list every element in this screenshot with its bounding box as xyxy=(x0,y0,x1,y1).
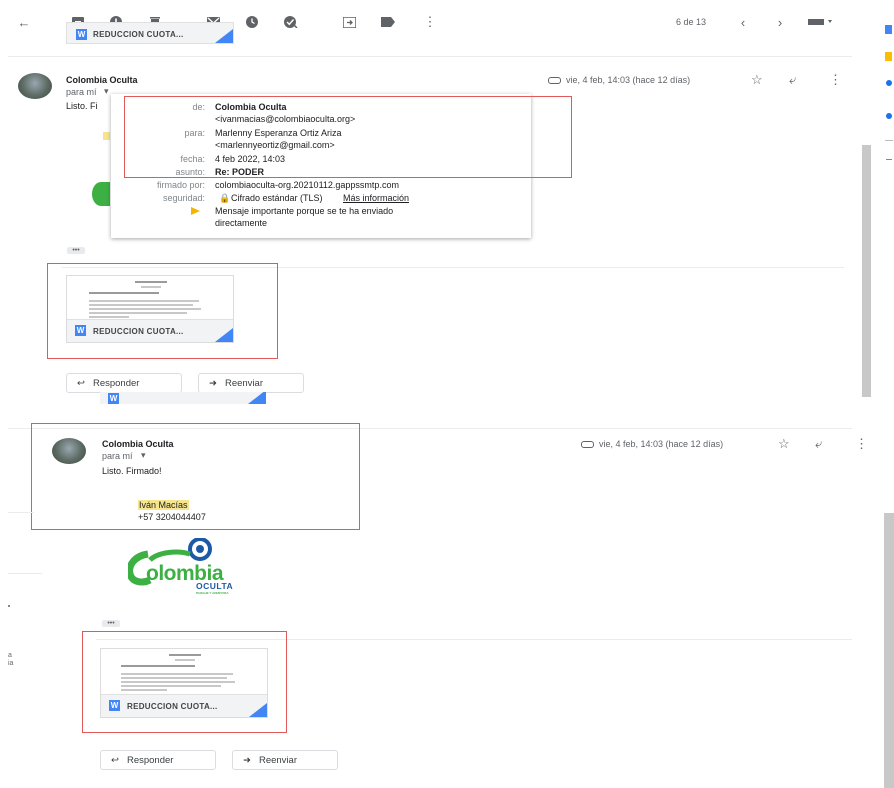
move-to-icon[interactable] xyxy=(341,14,357,30)
more-info-link[interactable]: Más información xyxy=(343,193,409,203)
attachment-name: REDUCCION CUOTA... xyxy=(93,30,184,39)
logo-subtitle: OCULTA xyxy=(196,581,234,591)
contacts-side-icon[interactable] xyxy=(886,113,892,119)
company-logo: olombia OCULTA PAISAJE Y AVENTURA xyxy=(126,537,262,596)
reply-button[interactable]: ↩ Responder xyxy=(100,750,216,770)
side-rule xyxy=(8,512,34,513)
reply-button[interactable]: ↩ Responder xyxy=(66,373,182,393)
word-doc-icon: W xyxy=(76,29,87,40)
signed-by-value: colombiaoculta-org.20210112.gappssmtp.co… xyxy=(215,180,399,190)
reply-arrow-icon: ↩ xyxy=(111,754,119,766)
star-icon[interactable]: ☆ xyxy=(751,72,763,88)
chevron-right-icon[interactable]: › xyxy=(772,14,788,30)
sender-name: Colombia Oculta xyxy=(66,75,138,85)
forward-button[interactable]: ➜ Reenviar xyxy=(232,750,338,770)
scrollbar-thumb-top[interactable] xyxy=(862,145,871,397)
top-attachment-chip[interactable]: W REDUCCION CUOTA... xyxy=(66,22,234,44)
keep-side-icon[interactable] xyxy=(885,52,892,61)
page-counter: 6 de 13 xyxy=(676,17,707,27)
forward-button[interactable]: ➜ Reenviar xyxy=(198,373,304,393)
show-trimmed-content[interactable]: ••• xyxy=(102,620,120,627)
divider xyxy=(8,56,852,57)
add-task-icon[interactable] xyxy=(283,14,299,30)
annotation-box-details xyxy=(124,96,572,178)
attachment-fold xyxy=(215,29,233,43)
more-options-icon[interactable]: ⋮ xyxy=(855,436,868,452)
message-date: vie, 4 feb, 14:03 (hace 12 días) xyxy=(566,75,691,85)
chevron-left-icon[interactable]: ‹ xyxy=(735,14,751,30)
calendar-side-icon[interactable] xyxy=(885,25,892,34)
forward-arrow-icon: ➜ xyxy=(243,754,251,766)
reply-icon[interactable]: ⤶ xyxy=(789,72,796,88)
reply-arrow-icon: ↩ xyxy=(77,377,85,389)
word-doc-icon: W xyxy=(108,393,119,404)
lock-icon: 🔒 xyxy=(219,193,231,203)
security-value: Cifrado estándar (TLS) xyxy=(231,193,323,203)
show-trimmed-content[interactable]: ••• xyxy=(67,247,85,254)
logo-tagline: PAISAJE Y AVENTURA xyxy=(196,591,229,595)
annotation-box-signature xyxy=(31,423,360,530)
underlying-attachment-strip: W xyxy=(100,392,266,404)
highlight-fragment xyxy=(103,132,110,140)
add-addon-icon[interactable] xyxy=(886,159,892,160)
importance-text-1: Mensaje importante porque se te ha envia… xyxy=(215,206,394,216)
left-fragment-text: a ia xyxy=(8,652,14,667)
recipient-label: para mí xyxy=(66,87,97,97)
reply-icon[interactable]: ⤶ xyxy=(815,436,822,452)
attachment-fold xyxy=(248,392,266,404)
star-icon[interactable]: ☆ xyxy=(778,436,790,452)
show-details-icon[interactable]: ▾ xyxy=(104,86,109,97)
attachment-indicator-icon xyxy=(581,441,594,448)
message-preview: Listo. Fi xyxy=(66,101,98,111)
logo-fragment xyxy=(92,182,110,206)
more-options-icon[interactable]: ⋮ xyxy=(829,72,842,88)
annotation-box-attachment-1 xyxy=(47,263,278,359)
tasks-side-icon[interactable] xyxy=(886,80,892,86)
importance-text-2: directamente xyxy=(215,218,268,228)
forward-arrow-icon: ➜ xyxy=(209,377,217,389)
importance-marker-icon xyxy=(191,207,200,215)
more-vertical-icon[interactable]: ⋮ xyxy=(422,14,438,30)
annotation-box-attachment-2 xyxy=(82,631,287,733)
label-icon[interactable] xyxy=(380,14,396,30)
input-tools-icon[interactable] xyxy=(806,14,836,30)
message-date: vie, 4 feb, 14:03 (hace 12 días) xyxy=(599,439,724,449)
sender-avatar xyxy=(18,73,52,99)
side-divider xyxy=(885,140,893,141)
side-rule xyxy=(8,573,42,574)
snooze-icon[interactable] xyxy=(244,14,260,30)
back-arrow-icon[interactable]: ← xyxy=(16,14,32,30)
side-mark xyxy=(8,605,10,607)
attachment-indicator-icon xyxy=(548,77,561,84)
scrollbar-thumb-bottom[interactable] xyxy=(884,513,894,788)
